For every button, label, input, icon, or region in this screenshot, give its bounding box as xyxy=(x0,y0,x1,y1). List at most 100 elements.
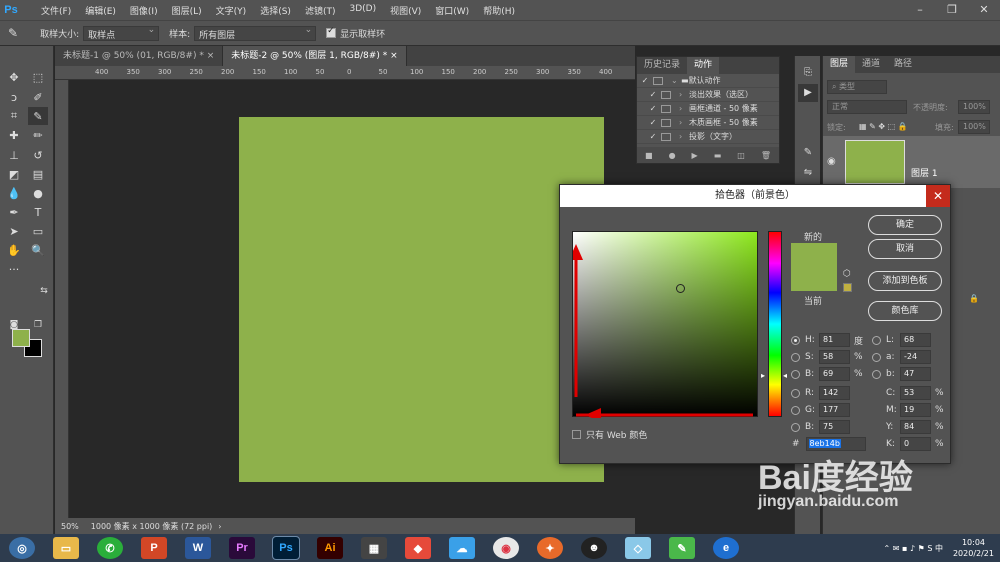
color-mode-radio[interactable] xyxy=(791,352,800,362)
disk-icon[interactable]: ◇ xyxy=(625,537,651,559)
pen-tool-icon[interactable]: ✒ xyxy=(4,203,24,221)
dodge-tool-icon[interactable]: ● xyxy=(28,184,48,202)
field-input[interactable]: 81 xyxy=(819,333,850,347)
new-set-icon[interactable]: ▬ xyxy=(714,151,722,160)
document-canvas[interactable] xyxy=(239,117,604,482)
color-mode-radio[interactable] xyxy=(791,422,800,432)
dialog-toggle-box[interactable] xyxy=(661,118,671,127)
powerpoint-icon[interactable]: P xyxy=(141,537,167,559)
start-icon[interactable]: ◎ xyxy=(9,537,35,559)
screen-mode-icon[interactable]: ❐ xyxy=(28,316,48,334)
show-ring-checkbox[interactable] xyxy=(326,26,337,38)
current-color-swatch[interactable] xyxy=(791,267,837,291)
crop-tool-icon[interactable]: ⌗ xyxy=(4,107,24,125)
action-row[interactable]: ✓ › 淡出效果（选区） xyxy=(637,88,779,102)
cancel-button[interactable]: 取消 xyxy=(868,239,942,259)
field-input[interactable]: 75 xyxy=(819,420,850,434)
quick-select-tool-icon[interactable]: ✐ xyxy=(28,88,48,106)
actions-icon[interactable]: ▶ xyxy=(798,84,818,102)
assistant-icon[interactable]: ☁ xyxy=(449,537,475,559)
color-mode-radio[interactable] xyxy=(872,369,881,379)
close-icon[interactable]: ✕ xyxy=(926,185,950,207)
menu-item[interactable]: 帮助(H) xyxy=(476,4,522,17)
blur-tool-icon[interactable]: 💧 xyxy=(4,184,24,202)
field-input[interactable]: 69 xyxy=(819,367,850,381)
opacity-input[interactable]: 100% xyxy=(958,100,990,114)
expand-arrow-icon[interactable]: › xyxy=(679,118,689,127)
color-mode-radio[interactable] xyxy=(791,388,800,398)
toggle-check-icon[interactable]: ✓ xyxy=(637,76,653,85)
color-libraries-button[interactable]: 颜色库 xyxy=(868,301,942,321)
color-mode-radio[interactable] xyxy=(791,405,800,415)
menu-item[interactable]: 3D(D) xyxy=(342,4,383,17)
brush-settings-icon[interactable]: ✎ xyxy=(798,144,818,162)
menu-item[interactable]: 窗口(W) xyxy=(428,4,476,17)
color-mode-radio[interactable] xyxy=(872,352,881,362)
color-cursor[interactable] xyxy=(676,284,685,293)
gradient-tool-icon[interactable]: ▤ xyxy=(28,165,48,183)
expand-arrow-icon[interactable]: › xyxy=(679,132,689,141)
dialog-toggle-box[interactable] xyxy=(653,76,663,85)
swap-colors-icon[interactable]: ⇆ xyxy=(34,282,54,300)
hue-marker-right-icon[interactable]: ◂ xyxy=(783,371,787,380)
field-input[interactable]: 68 xyxy=(900,333,931,347)
panel-tab[interactable]: 历史记录 xyxy=(637,57,687,74)
color-mode-radio[interactable] xyxy=(791,369,800,379)
menu-item[interactable]: 选择(S) xyxy=(253,4,298,17)
panel-tab[interactable]: 通道 xyxy=(855,56,887,73)
field-input[interactable]: 142 xyxy=(819,386,850,400)
move-tool-icon[interactable]: ✥ xyxy=(4,68,24,86)
blend-mode-select[interactable]: 正常 xyxy=(827,100,907,114)
word-icon[interactable]: W xyxy=(185,537,211,559)
play-icon[interactable]: ▶ xyxy=(692,151,698,160)
field-input[interactable]: 19 xyxy=(900,403,931,417)
menu-item[interactable]: 编辑(E) xyxy=(78,4,123,17)
web-only-checkbox[interactable] xyxy=(572,430,581,439)
document-tab[interactable]: 未标题-2 @ 50% (图层 1, RGB/8#) * × xyxy=(223,46,407,66)
quick-mask-icon[interactable]: ◙ xyxy=(4,316,24,334)
eyedropper-icon[interactable]: ✎ xyxy=(8,26,18,40)
panel-tab[interactable]: 路径 xyxy=(887,56,919,73)
layer-name[interactable]: 图层 1 xyxy=(911,166,938,179)
clock[interactable]: 10:04 2020/2/21 xyxy=(953,537,994,559)
maximize-icon[interactable]: ❐ xyxy=(936,0,968,20)
eyedropper-tool-icon[interactable]: ✎ xyxy=(28,107,48,125)
document-tab[interactable]: 未标题-1 @ 50% (01, RGB/8#) * × xyxy=(55,46,224,66)
field-input[interactable]: 58 xyxy=(819,350,850,364)
wechat-icon[interactable]: ✆ xyxy=(97,537,123,559)
field-input[interactable]: 47 xyxy=(900,367,931,381)
menu-item[interactable]: 图像(I) xyxy=(123,4,165,17)
marquee-tool-icon[interactable]: ⬚ xyxy=(28,68,48,86)
field-input[interactable]: 0 xyxy=(900,437,931,451)
stop-icon[interactable]: ■ xyxy=(645,151,653,160)
toggle-check-icon[interactable]: ✓ xyxy=(645,118,661,127)
fill-input[interactable]: 100% xyxy=(958,120,990,134)
more-tools-icon[interactable]: ··· xyxy=(4,260,24,278)
browser-icon[interactable]: ✦ xyxy=(537,537,563,559)
visibility-eye-icon[interactable]: ◉ xyxy=(827,156,836,167)
minimize-icon[interactable]: – xyxy=(904,0,936,20)
web-safe-icon[interactable] xyxy=(843,283,852,292)
dialog-toggle-box[interactable] xyxy=(661,104,671,113)
photoshop-taskbar-icon[interactable]: Ps xyxy=(272,536,300,560)
expand-arrow-icon[interactable]: ⌄ xyxy=(671,76,681,85)
history-brush-icon[interactable]: ↺ xyxy=(28,146,48,164)
expand-arrow-icon[interactable]: › xyxy=(679,90,689,99)
action-row[interactable]: ✓ ⌄ ▬ 默认动作 xyxy=(637,74,779,88)
dialog-toggle-box[interactable] xyxy=(661,90,671,99)
dialog-toggle-box[interactable] xyxy=(661,132,671,141)
lock-icons[interactable]: ▦ ✎ ✥ ⬚ 🔒 xyxy=(859,122,908,131)
menu-item[interactable]: 文件(F) xyxy=(34,4,78,17)
menu-item[interactable]: 图层(L) xyxy=(165,4,209,17)
tab-close-icon[interactable]: × xyxy=(387,51,398,61)
layer-row[interactable]: ◉ 图层 1 xyxy=(823,136,1000,188)
menu-item[interactable]: 视图(V) xyxy=(383,4,428,17)
sample-size-select[interactable]: 取样点 xyxy=(83,25,160,41)
hex-input[interactable]: 8eb14b xyxy=(805,437,866,451)
hue-slider[interactable] xyxy=(768,231,782,417)
color-mode-radio[interactable] xyxy=(791,335,800,345)
menu-item[interactable]: 文字(Y) xyxy=(209,4,254,17)
stamp-tool-icon[interactable]: ⊥ xyxy=(4,146,24,164)
record-icon[interactable]: ● xyxy=(669,151,676,160)
type-tool-icon[interactable]: T xyxy=(28,203,48,221)
